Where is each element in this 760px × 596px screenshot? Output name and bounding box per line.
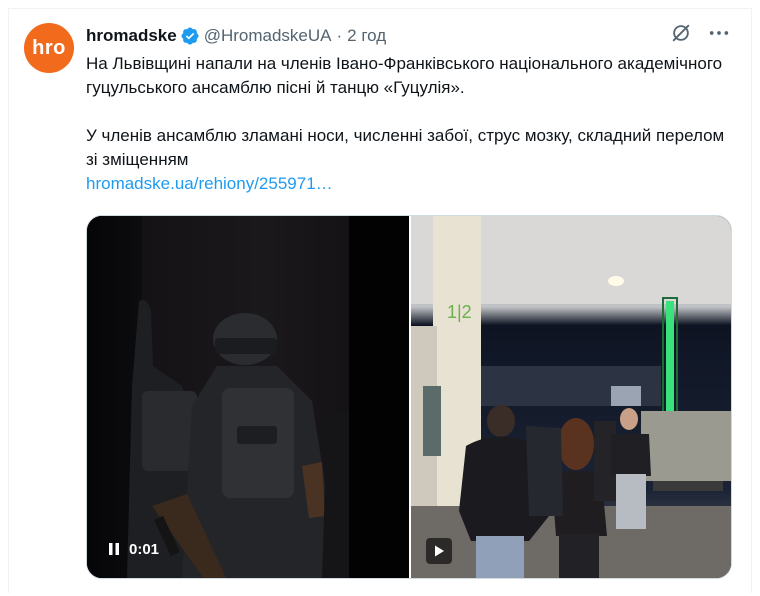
pause-icon[interactable] bbox=[107, 542, 121, 556]
tweet-paragraph-1: На Львівщині напали на членів Івано-Фран… bbox=[86, 54, 723, 97]
separator-dot: · bbox=[336, 26, 343, 45]
tweet-actions bbox=[670, 22, 730, 44]
tweet-link[interactable]: hromadske.ua/rehiony/255971… bbox=[86, 174, 333, 193]
tweet-header: hromadske @HromadskeUA · 2 год bbox=[86, 24, 386, 48]
author-name[interactable]: hromadske bbox=[86, 26, 177, 46]
tweet-text: На Львівщині напали на членів Івано-Фран… bbox=[86, 52, 726, 196]
video-1-frame bbox=[87, 216, 409, 578]
video-1-time: 0:01 bbox=[129, 540, 160, 558]
more-options-icon[interactable] bbox=[708, 22, 730, 44]
video-2[interactable]: 1|2 bbox=[411, 216, 731, 578]
video-2-frame: 1|2 bbox=[411, 216, 731, 578]
video-1[interactable]: 0:01 bbox=[87, 216, 409, 578]
media-grid: 0:01 1|2 bbox=[86, 215, 732, 579]
author-handle[interactable]: @HromadskeUA bbox=[204, 26, 332, 46]
video-2-play-button[interactable] bbox=[426, 538, 452, 564]
avatar[interactable]: hro bbox=[24, 23, 74, 73]
verified-badge-icon bbox=[181, 27, 199, 45]
station-sign: 1|2 bbox=[447, 302, 472, 322]
tweet-paragraph-2: У членів ансамблю зламані носи, численні… bbox=[86, 126, 725, 169]
avatar-text: hro bbox=[32, 36, 66, 59]
timestamp[interactable]: 2 год bbox=[347, 26, 386, 46]
play-icon[interactable] bbox=[432, 544, 446, 558]
video-1-controls[interactable]: 0:01 bbox=[99, 536, 169, 562]
grok-icon[interactable] bbox=[670, 22, 692, 44]
